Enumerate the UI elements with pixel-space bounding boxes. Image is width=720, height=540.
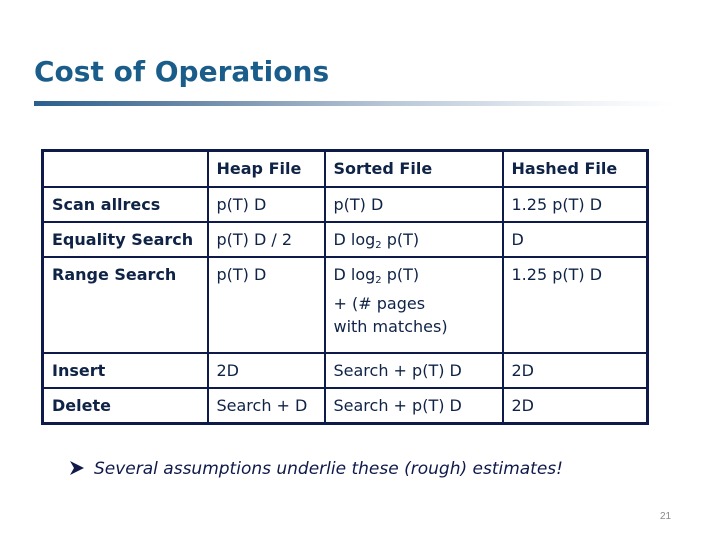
row-label-scan: Scan allrecs [41, 186, 209, 223]
row-label-range-search: Range Search [41, 256, 209, 354]
cell-heap: Search + D [206, 387, 326, 425]
header-hashed-file: Hashed File [501, 149, 649, 188]
formula-suffix: p(T) [381, 230, 420, 249]
row-label-equality-search: Equality Search [41, 221, 209, 258]
cell-heap: p(T) D [206, 186, 326, 223]
table-row: Equality Search p(T) D / 2 D log2 p(T) D [41, 221, 649, 258]
formula-line-3: with matches) [333, 317, 448, 336]
arrowhead-bullet-icon [70, 460, 84, 475]
cell-heap: p(T) D / 2 [206, 221, 326, 258]
header-empty [41, 149, 209, 188]
slide-title: Cost of Operations [34, 55, 330, 88]
row-label-delete: Delete [41, 387, 209, 425]
header-sorted-file: Sorted File [323, 149, 504, 188]
note-bullet: Several assumptions underlie these (roug… [70, 459, 563, 479]
cell-sorted: D log2 p(T) [323, 221, 504, 258]
formula-prefix: D log [333, 265, 376, 284]
cell-hashed: D [501, 221, 649, 258]
page-number: 21 [660, 511, 672, 522]
cell-sorted: p(T) D [323, 186, 504, 223]
formula-line-2: + (# pages [333, 294, 426, 313]
formula-prefix: D log [333, 230, 376, 249]
cell-heap: p(T) D [206, 256, 326, 354]
title-underline [34, 101, 674, 106]
formula-line-1: D log2 p(T) [334, 263, 494, 286]
row-label-insert: Insert [41, 352, 209, 389]
cell-sorted: D log2 p(T) + (# pages with matches) [323, 256, 504, 354]
cell-hashed: 2D [501, 352, 649, 389]
cost-table: Heap File Sorted File Hashed File Scan a… [41, 149, 649, 425]
cell-sorted: Search + p(T) D [323, 352, 504, 389]
table-row: Range Search p(T) D D log2 p(T) + (# pag… [41, 256, 649, 354]
formula-suffix: p(T) [381, 265, 420, 284]
cell-hashed: 1.25 p(T) D [501, 186, 649, 223]
cell-heap: 2D [206, 352, 326, 389]
table-row: Insert 2D Search + p(T) D 2D [41, 352, 649, 389]
note-text: Several assumptions underlie these (roug… [94, 459, 563, 479]
header-heap-file: Heap File [206, 149, 326, 188]
cell-sorted: Search + p(T) D [323, 387, 504, 425]
cell-hashed: 2D [501, 387, 649, 425]
cell-hashed: 1.25 p(T) D [501, 256, 649, 354]
table-header-row: Heap File Sorted File Hashed File [41, 149, 649, 188]
table-row: Delete Search + D Search + p(T) D 2D [41, 387, 649, 425]
table-row: Scan allrecs p(T) D p(T) D 1.25 p(T) D [41, 186, 649, 223]
